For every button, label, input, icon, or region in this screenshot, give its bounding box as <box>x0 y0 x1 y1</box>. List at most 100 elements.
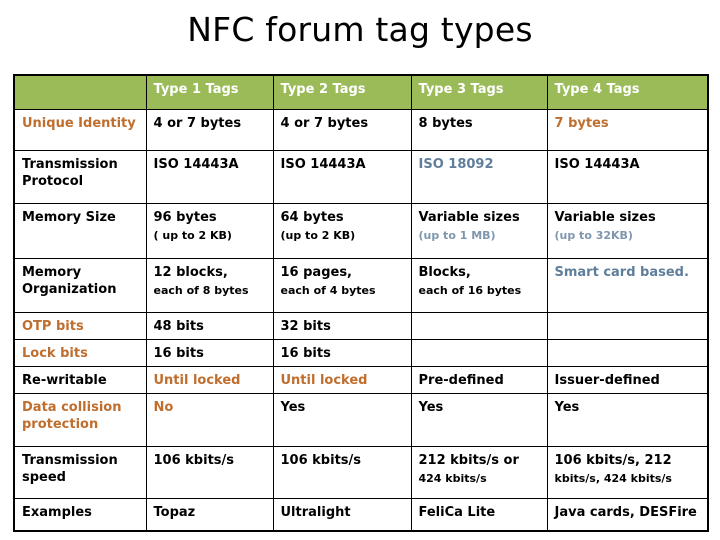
row-label-transmission-speed: Transmission speed <box>13 446 147 499</box>
cell-re-writable-type-1: Until locked <box>145 366 274 394</box>
row-label-text: Memory <box>22 265 82 280</box>
row-label-unique-identity: Unique Identity <box>13 109 147 151</box>
column-header-type-3-tags: Type 3 Tags <box>410 74 548 110</box>
cell-otp-bits-type-3 <box>410 312 548 340</box>
cell-main-text: 106 kbits/s <box>153 453 235 468</box>
cell-main-text: Topaz <box>153 505 196 520</box>
cell-main-text: Ultralight <box>280 505 351 520</box>
cell-transmission-protocol-type-4: ISO 14443A <box>546 150 709 204</box>
row-label-memory-organization: Memory Organization <box>13 258 147 313</box>
cell-sub-text: (up to 1 MB) <box>418 229 496 242</box>
row-label-transmission-protocol: Transmission Protocol <box>13 150 147 204</box>
cell-unique-identity-type-3: 8 bytes <box>410 109 548 151</box>
cell-sub-text: ( up to 2 KB) <box>153 229 232 242</box>
cell-re-writable-type-3: Pre-defined <box>410 366 548 394</box>
row-label-examples: Examples <box>13 498 147 532</box>
cell-transmission-protocol-type-1: ISO 14443A <box>145 150 274 204</box>
cell-otp-bits-type-1: 48 bits <box>145 312 274 340</box>
cell-main-text: 106 kbits/s, 212 <box>554 453 672 468</box>
cell-data-collision-protection-type-4: Yes <box>546 393 709 447</box>
cell-otp-bits-type-2: 32 bits <box>272 312 412 340</box>
column-header-type-1-tags: Type 1 Tags <box>145 74 274 110</box>
cell-main-text: 8 bytes <box>418 116 473 131</box>
cell-transmission-speed-type-3: 212 kbits/s or 424 kbits/s <box>410 446 548 499</box>
cell-memory-organization-type-4: Smart card based. <box>546 258 709 313</box>
row-label-text: Re-writable <box>22 373 107 388</box>
cell-main-text: Until locked <box>153 373 241 388</box>
cell-main-text: 48 bits <box>153 319 204 334</box>
cell-main-text: ISO 14443A <box>554 157 640 172</box>
cell-main-text: 12 blocks, <box>153 265 228 280</box>
cell-examples-type-2: Ultralight <box>272 498 412 532</box>
cell-sub-text: each of 4 bytes <box>280 284 376 297</box>
cell-main-text: Java cards, DESFire <box>554 505 697 520</box>
cell-main-text: 212 kbits/s or <box>418 453 519 468</box>
cell-main-text: Variable sizes <box>554 210 656 225</box>
cell-main-text: 32 bits <box>280 319 331 334</box>
cell-main-text: 4 or 7 bytes <box>153 116 242 131</box>
cell-main-text: Until locked <box>280 373 368 388</box>
column-header-type-4-tags: Type 4 Tags <box>546 74 709 110</box>
cell-main-text: Issuer-defined <box>554 373 660 388</box>
table-row: Memory Size 96 bytes ( up to 2 KB) 64 bytes… <box>13 203 709 259</box>
table-row: Re-writable Until locked Until locked Pre-d… <box>13 366 709 394</box>
cell-transmission-speed-type-1: 106 kbits/s <box>145 446 274 499</box>
cell-transmission-speed-type-4: 106 kbits/s, 212 kbits/s, 424 kbits/s <box>546 446 709 499</box>
cell-memory-size-type-1: 96 bytes ( up to 2 KB) <box>145 203 274 259</box>
cell-memory-organization-type-2: 16 pages, each of 4 bytes <box>272 258 412 313</box>
cell-memory-size-type-3: Variable sizes (up to 1 MB) <box>410 203 548 259</box>
cell-main-text: 4 or 7 bytes <box>280 116 369 131</box>
table-row: Examples Topaz Ultralight FeliCa Lite Java c… <box>13 498 709 532</box>
row-label-text: Lock bits <box>22 346 88 361</box>
cell-data-collision-protection-type-3: Yes <box>410 393 548 447</box>
cell-main-text: 96 bytes <box>153 210 217 225</box>
cell-main-text: Variable sizes <box>418 210 520 225</box>
cell-memory-size-type-2: 64 bytes (up to 2 KB) <box>272 203 412 259</box>
cell-main-text: FeliCa Lite <box>418 505 496 520</box>
row-label-text: Data collision <box>22 400 122 415</box>
row-label-text: Transmission <box>22 157 118 172</box>
table-header: Type 1 Tags Type 2 Tags Type 3 Tags Type… <box>13 74 709 110</box>
cell-lock-bits-type-4 <box>546 339 709 367</box>
row-label-text: Transmission <box>22 453 118 468</box>
cell-main-text: ISO 14443A <box>280 157 366 172</box>
row-label-text: Unique Identity <box>22 116 136 131</box>
cell-memory-organization-type-1: 12 blocks, each of 8 bytes <box>145 258 274 313</box>
nfc-tag-types-table-wrapper: Type 1 Tags Type 2 Tags Type 3 Tags Type… <box>13 74 709 532</box>
table-header-row: Type 1 Tags Type 2 Tags Type 3 Tags Type… <box>13 74 709 110</box>
table-row: Transmission speed 106 kbits/s 106 kbits/s 2… <box>13 446 709 499</box>
table-row: Memory Organization 12 blocks, each of 8 by… <box>13 258 709 313</box>
table-header-corner <box>13 74 147 110</box>
cell-lock-bits-type-2: 16 bits <box>272 339 412 367</box>
cell-data-collision-protection-type-2: Yes <box>272 393 412 447</box>
cell-lock-bits-type-3 <box>410 339 548 367</box>
row-label-memory-size: Memory Size <box>13 203 147 259</box>
cell-examples-type-1: Topaz <box>145 498 274 532</box>
cell-sub-text: (up to 2 KB) <box>280 229 356 242</box>
cell-main-text: 64 bytes <box>280 210 344 225</box>
row-label-otp-bits: OTP bits <box>13 312 147 340</box>
table-row: Lock bits 16 bits 16 bits <box>13 339 709 367</box>
cell-sub-text: kbits/s, 424 kbits/s <box>554 472 672 485</box>
row-label-text-line2: Protocol <box>22 174 84 189</box>
cell-lock-bits-type-1: 16 bits <box>145 339 274 367</box>
cell-transmission-protocol-type-3: ISO 18092 <box>410 150 548 204</box>
cell-main-text: 16 bits <box>280 346 331 361</box>
cell-main-text: Pre-defined <box>418 373 504 388</box>
row-label-text: Examples <box>22 505 92 520</box>
cell-main-text: Smart card based. <box>554 265 689 280</box>
cell-unique-identity-type-2: 4 or 7 bytes <box>272 109 412 151</box>
cell-main-text: 7 bytes <box>554 116 609 131</box>
page-title: NFC forum tag types <box>187 10 533 49</box>
cell-examples-type-4: Java cards, DESFire <box>546 498 709 532</box>
cell-memory-organization-type-3: Blocks, each of 16 bytes <box>410 258 548 313</box>
row-label-data-collision-protection: Data collision protection <box>13 393 147 447</box>
table-row: Transmission Protocol ISO 14443A ISO 14443A… <box>13 150 709 204</box>
row-label-text-line2: speed <box>22 470 66 485</box>
table-row: Unique Identity 4 or 7 bytes 4 or 7 bytes 8… <box>13 109 709 151</box>
cell-main-text: No <box>153 400 174 415</box>
cell-main-text: ISO 14443A <box>153 157 239 172</box>
cell-main-text: 16 pages, <box>280 265 353 280</box>
nfc-tag-types-table: Type 1 Tags Type 2 Tags Type 3 Tags Type… <box>13 74 709 532</box>
cell-sub-text: each of 8 bytes <box>153 284 249 297</box>
